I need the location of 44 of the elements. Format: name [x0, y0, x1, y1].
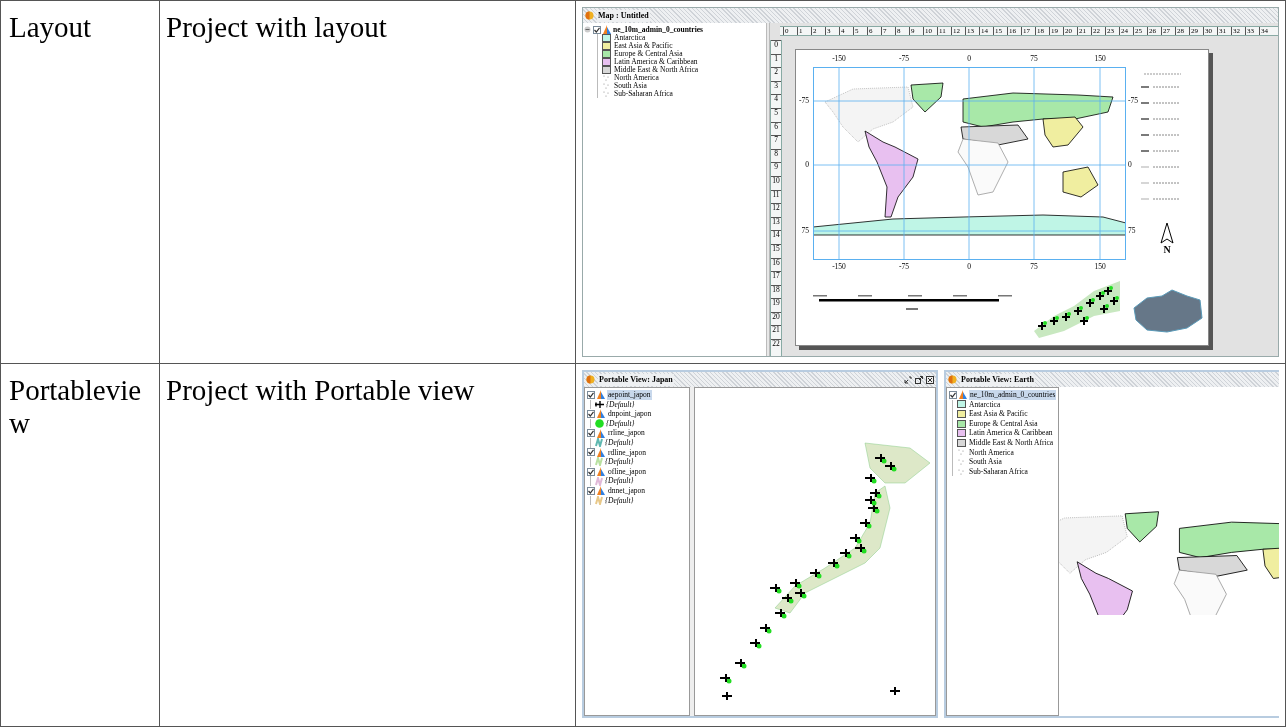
app-icon [586, 375, 595, 384]
check-icon [588, 430, 594, 437]
check-icon [588, 468, 594, 475]
table-cell-text: Layout [9, 11, 93, 44]
layer-icon [959, 390, 967, 400]
table-cell-text: Project with Portable view [166, 374, 476, 407]
plane-icon [595, 399, 604, 409]
check-icon [588, 411, 594, 417]
check-icon [588, 449, 594, 456]
region-inset-drawing [1132, 288, 1204, 334]
checkbox[interactable] [587, 486, 595, 495]
splitter-handle[interactable] [690, 387, 694, 716]
layer-icon [597, 447, 605, 457]
checkbox[interactable] [587, 448, 595, 457]
check-icon [950, 391, 956, 398]
checkbox[interactable] [593, 25, 601, 34]
layer-icon [597, 409, 605, 419]
app-icon [948, 375, 957, 384]
minimize-icon[interactable] [904, 375, 912, 384]
table-cell-text: Project with layout [166, 11, 388, 44]
table-cell-text: Portableview [9, 374, 143, 440]
check-icon [588, 487, 594, 494]
window-title: Map : Untitled [597, 9, 650, 22]
app-icon [585, 11, 594, 20]
layer-icon [597, 467, 605, 477]
window-title: Portable View: Japan [598, 373, 674, 386]
window-title: Portable View: Earth [960, 373, 1035, 386]
layer-icon [597, 428, 605, 438]
layer-icon [597, 486, 605, 496]
check-icon [594, 26, 600, 33]
splitter-handle[interactable] [766, 23, 770, 356]
checkbox[interactable] [587, 429, 595, 438]
checkbox[interactable] [949, 390, 957, 399]
north-label: N [1163, 245, 1171, 255]
maximize-icon[interactable] [915, 375, 923, 384]
checkbox[interactable] [587, 390, 595, 399]
north-arrow-icon [1160, 223, 1174, 245]
close-icon[interactable] [926, 375, 934, 384]
collapse-icon[interactable] [584, 26, 591, 33]
check-icon [588, 391, 594, 398]
layer-icon [603, 25, 611, 34]
layer-icon [597, 390, 605, 400]
checkbox[interactable] [587, 467, 595, 476]
checkbox[interactable] [587, 410, 595, 418]
